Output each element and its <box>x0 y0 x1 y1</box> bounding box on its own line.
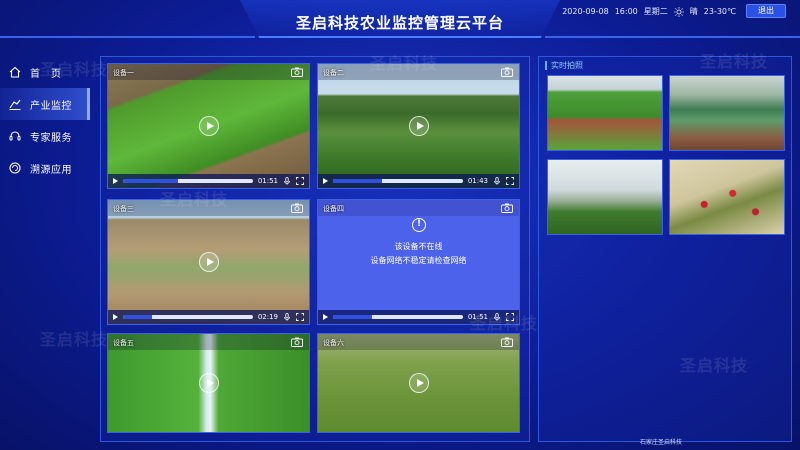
camera-topbar <box>318 200 519 216</box>
sidebar-item-label: 专家服务 <box>30 132 72 144</box>
progress-bar[interactable] <box>333 179 463 183</box>
video-grid-panel: 设备一 01:51 设备二 01:43 设备三 02:19 设备四 ! 该设备不… <box>100 56 530 442</box>
video-controls: 01:51 <box>318 310 519 324</box>
camera-tile-5[interactable]: 设备五 <box>107 333 310 433</box>
progress-fill <box>123 315 152 319</box>
weather-text: 晴 <box>689 7 698 16</box>
progress-bar[interactable] <box>123 179 253 183</box>
offline-title: 该设备不在线 <box>394 242 443 251</box>
microphone-icon[interactable] <box>493 313 501 321</box>
trace-icon <box>9 162 21 174</box>
sidebar-item-label: 溯源应用 <box>30 164 72 176</box>
video-controls: 02:19 <box>108 310 309 324</box>
play-button[interactable] <box>198 252 219 272</box>
video-time: 01:51 <box>467 313 488 321</box>
camera-tile-4[interactable]: 设备四 ! 该设备不在线 设备网络不稳定请检查网络 01:51 <box>317 199 520 325</box>
camera-label: 设备四 <box>323 205 344 213</box>
camera-tile-1[interactable]: 设备一 01:51 <box>107 63 310 189</box>
camera-topbar <box>108 200 309 216</box>
sun-icon <box>673 6 684 17</box>
sidebar-item-trace[interactable]: 溯源应用 <box>0 152 90 184</box>
time-text: 16:00 <box>614 7 638 16</box>
camera-label: 设备五 <box>113 339 134 347</box>
header-line-left <box>0 36 255 38</box>
fullscreen-icon[interactable] <box>506 177 514 185</box>
progress-bar[interactable] <box>333 315 463 319</box>
snapshot-image-3[interactable] <box>547 159 663 235</box>
date-text: 2020-09-08 <box>562 7 609 16</box>
sidebar: 首 页 产业监控 专家服务 溯源应用 <box>0 56 90 184</box>
footer-text: 石家庄圣启科技 <box>640 439 683 446</box>
snapshot-panel: 实时拍照 <box>538 56 792 442</box>
snapshot-image-4[interactable] <box>669 159 785 235</box>
camera-tile-6[interactable]: 设备六 <box>317 333 520 433</box>
watermark: 圣启科技 <box>40 330 109 349</box>
microphone-icon[interactable] <box>283 313 291 321</box>
play-icon[interactable] <box>323 178 328 184</box>
snapshot-image-2[interactable] <box>669 75 785 151</box>
play-button[interactable] <box>408 373 429 393</box>
header-line-right <box>545 36 800 38</box>
camera-topbar <box>318 334 519 350</box>
progress-fill <box>333 315 372 319</box>
fullscreen-icon[interactable] <box>506 313 514 321</box>
camera-label: 设备六 <box>323 339 344 347</box>
sidebar-item-label: 产业监控 <box>30 100 72 112</box>
snapshot-title: 实时拍照 <box>545 61 583 70</box>
camera-label: 设备二 <box>323 69 344 77</box>
play-button[interactable] <box>198 373 219 393</box>
camera-topbar <box>318 64 519 80</box>
sidebar-item-monitor[interactable]: 产业监控 <box>0 88 90 120</box>
progress-bar[interactable] <box>123 315 253 319</box>
camera-icon[interactable] <box>291 67 303 77</box>
fullscreen-icon[interactable] <box>296 177 304 185</box>
camera-tile-2[interactable]: 设备二 01:43 <box>317 63 520 189</box>
camera-topbar <box>108 334 309 350</box>
microphone-icon[interactable] <box>283 177 291 185</box>
play-icon[interactable] <box>113 314 118 320</box>
page-title: 圣启科技农业监控管理云平台 <box>295 14 504 32</box>
camera-tile-3[interactable]: 设备三 02:19 <box>107 199 310 325</box>
camera-icon[interactable] <box>291 203 303 213</box>
progress-fill <box>333 179 383 183</box>
camera-icon[interactable] <box>501 337 513 347</box>
video-controls: 01:43 <box>318 174 519 188</box>
play-icon[interactable] <box>113 178 118 184</box>
headset-icon <box>9 131 21 141</box>
play-button[interactable] <box>198 116 219 136</box>
play-button[interactable] <box>408 116 429 136</box>
temperature-text: 23-30℃ <box>703 7 736 16</box>
video-controls: 01:51 <box>108 174 309 188</box>
header: 圣启科技农业监控管理云平台 2020-09-08 16:00 星期二 晴 23-… <box>0 0 800 42</box>
play-icon[interactable] <box>323 314 328 320</box>
camera-icon[interactable] <box>291 337 303 347</box>
snapshot-image-1[interactable] <box>547 75 663 151</box>
camera-icon[interactable] <box>501 67 513 77</box>
video-time: 01:51 <box>257 177 278 185</box>
alert-icon: ! <box>412 218 426 232</box>
progress-fill <box>123 179 178 183</box>
video-time: 01:43 <box>467 177 488 185</box>
weekday-text: 星期二 <box>643 7 668 16</box>
camera-label: 设备三 <box>113 205 134 213</box>
sidebar-item-label: 首 页 <box>30 68 62 80</box>
sidebar-item-home[interactable]: 首 页 <box>0 56 90 88</box>
video-time: 02:19 <box>257 313 278 321</box>
sidebar-item-expert[interactable]: 专家服务 <box>0 120 90 152</box>
microphone-icon[interactable] <box>493 177 501 185</box>
offline-detail: 设备网络不稳定请检查网络 <box>370 256 467 265</box>
monitor-icon <box>9 99 21 110</box>
home-icon <box>9 66 21 78</box>
fullscreen-icon[interactable] <box>296 313 304 321</box>
logout-button[interactable]: 退出 <box>746 4 786 18</box>
camera-icon[interactable] <box>501 203 513 213</box>
top-info: 2020-09-08 16:00 星期二 晴 23-30℃ <box>562 6 736 17</box>
offline-message: 该设备不在线 设备网络不稳定请检查网络 <box>318 240 519 268</box>
camera-topbar <box>108 64 309 80</box>
camera-label: 设备一 <box>113 69 134 77</box>
